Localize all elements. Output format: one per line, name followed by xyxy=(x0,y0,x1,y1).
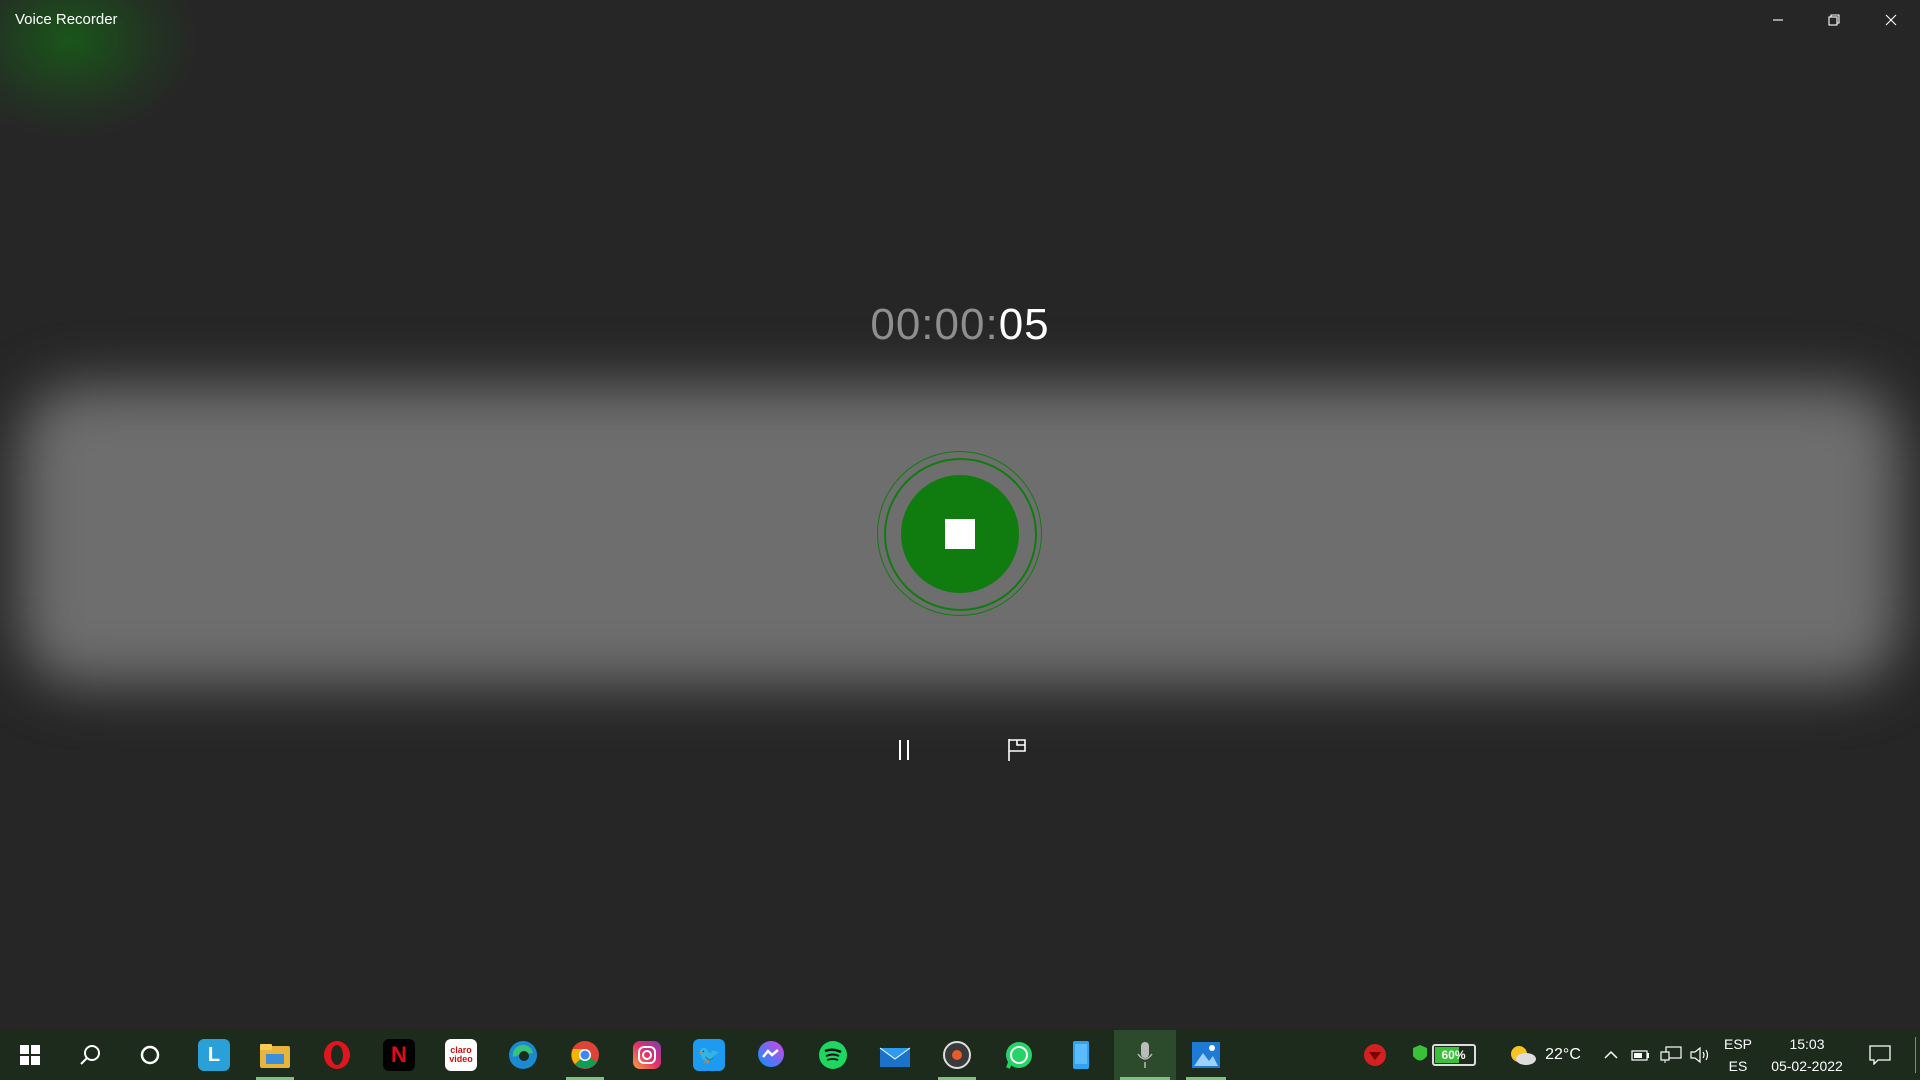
power-icon xyxy=(1631,1050,1649,1061)
search-button[interactable] xyxy=(66,1030,114,1080)
taskbar-instagram[interactable] xyxy=(622,1030,672,1080)
photos-icon xyxy=(1192,1042,1220,1068)
tray-battery[interactable]: 60% xyxy=(1407,1030,1479,1080)
show-desktop-divider xyxy=(1914,1037,1916,1073)
plug-shield-icon xyxy=(1412,1045,1427,1061)
taskbar-chrome[interactable] xyxy=(560,1030,610,1080)
taskbar-twitter[interactable]: 🐦 xyxy=(684,1030,734,1080)
tray-weather[interactable]: 22°C xyxy=(1500,1030,1590,1080)
claro-video-icon: claro video xyxy=(445,1039,477,1071)
speaker-icon xyxy=(1690,1046,1709,1064)
taskbar-mail[interactable] xyxy=(870,1030,920,1080)
taskbar-photos[interactable] xyxy=(1180,1030,1232,1080)
whatsapp-icon xyxy=(1006,1042,1032,1069)
clock-date: 05-02-2022 xyxy=(1771,1058,1843,1074)
record-control xyxy=(877,451,1043,617)
edge-icon xyxy=(509,1041,537,1069)
twitter-icon: 🐦 xyxy=(693,1039,725,1071)
restore-icon xyxy=(1828,14,1840,26)
messenger-icon xyxy=(758,1041,784,1067)
battery-percent: 60% xyxy=(1441,1048,1466,1062)
taskbar-groove[interactable] xyxy=(932,1030,982,1080)
pause-button[interactable] xyxy=(880,728,928,772)
close-button[interactable] xyxy=(1863,0,1919,40)
taskbar-spotify[interactable] xyxy=(808,1030,858,1080)
network-icon xyxy=(1660,1046,1682,1063)
tray-network[interactable] xyxy=(1659,1030,1683,1080)
windows-logo-icon xyxy=(20,1045,40,1065)
restore-button[interactable] xyxy=(1806,0,1862,40)
taskbar-opera[interactable] xyxy=(312,1030,362,1080)
netflix-icon: N xyxy=(383,1039,415,1071)
action-center-button[interactable] xyxy=(1862,1030,1898,1080)
minimize-button[interactable] xyxy=(1750,0,1806,40)
taskbar: L N claro video 🐦 60% 22°C ESP ES 15:03 … xyxy=(0,1030,1920,1080)
taskbar-voice-recorder[interactable] xyxy=(1114,1030,1176,1080)
partly-sunny-icon xyxy=(1511,1046,1537,1065)
minimize-icon xyxy=(1773,19,1783,21)
window-title: Voice Recorder xyxy=(15,11,118,28)
tray-security-app[interactable] xyxy=(1358,1030,1392,1080)
flag-icon xyxy=(1008,739,1026,761)
cortana-icon xyxy=(140,1045,160,1065)
folder-icon xyxy=(260,1044,290,1068)
l-app-icon: L xyxy=(198,1039,230,1071)
phone-icon xyxy=(1073,1041,1089,1069)
start-button[interactable] xyxy=(6,1030,54,1080)
chevron-up-icon xyxy=(1604,1050,1618,1059)
tray-volume[interactable] xyxy=(1688,1030,1712,1080)
language-code: ESP xyxy=(1723,1036,1752,1052)
add-marker-button[interactable] xyxy=(993,728,1041,772)
pause-icon xyxy=(899,740,909,760)
recording-timer: 00:00:05 xyxy=(0,300,1920,350)
taskbar-app-l[interactable]: L xyxy=(189,1030,239,1080)
close-icon xyxy=(1885,14,1897,26)
stop-recording-button[interactable] xyxy=(901,475,1019,593)
stop-icon xyxy=(945,519,975,549)
instagram-icon xyxy=(633,1041,661,1069)
tray-language[interactable]: ESP ES xyxy=(1718,1030,1758,1080)
shield-app-icon xyxy=(1364,1044,1386,1066)
chrome-icon xyxy=(571,1041,599,1069)
taskbar-claro-video[interactable]: claro video xyxy=(436,1030,486,1080)
mail-icon xyxy=(879,1047,911,1067)
weather-temperature: 22°C xyxy=(1545,1046,1581,1063)
taskbar-whatsapp[interactable] xyxy=(994,1030,1044,1080)
cortana-button[interactable] xyxy=(126,1030,174,1080)
tray-clock[interactable]: 15:03 05-02-2022 xyxy=(1762,1030,1852,1080)
spotify-icon xyxy=(819,1041,847,1069)
taskbar-messenger[interactable] xyxy=(746,1030,796,1080)
voice-recorder-window: Voice Recorder 00:00:05 xyxy=(0,0,1920,1030)
taskbar-edge[interactable] xyxy=(498,1030,548,1080)
search-icon xyxy=(80,1045,100,1065)
notification-icon xyxy=(1869,1045,1891,1065)
timer-seconds: 05 xyxy=(998,300,1050,349)
taskbar-netflix[interactable]: N xyxy=(374,1030,424,1080)
show-desktop-button[interactable] xyxy=(1912,1030,1918,1080)
opera-icon xyxy=(324,1041,350,1069)
timer-elapsed-prefix: 00:00: xyxy=(870,300,999,349)
battery-icon: 60% xyxy=(1431,1044,1476,1066)
taskbar-file-explorer[interactable] xyxy=(250,1030,300,1080)
tray-power[interactable] xyxy=(1629,1030,1653,1080)
show-hidden-icons-button[interactable] xyxy=(1600,1030,1622,1080)
music-disc-icon xyxy=(943,1041,971,1069)
microphone-icon xyxy=(1137,1042,1153,1068)
taskbar-phone[interactable] xyxy=(1056,1030,1106,1080)
clock-time: 15:03 xyxy=(1789,1036,1825,1052)
keyboard-layout: ES xyxy=(1728,1058,1748,1074)
